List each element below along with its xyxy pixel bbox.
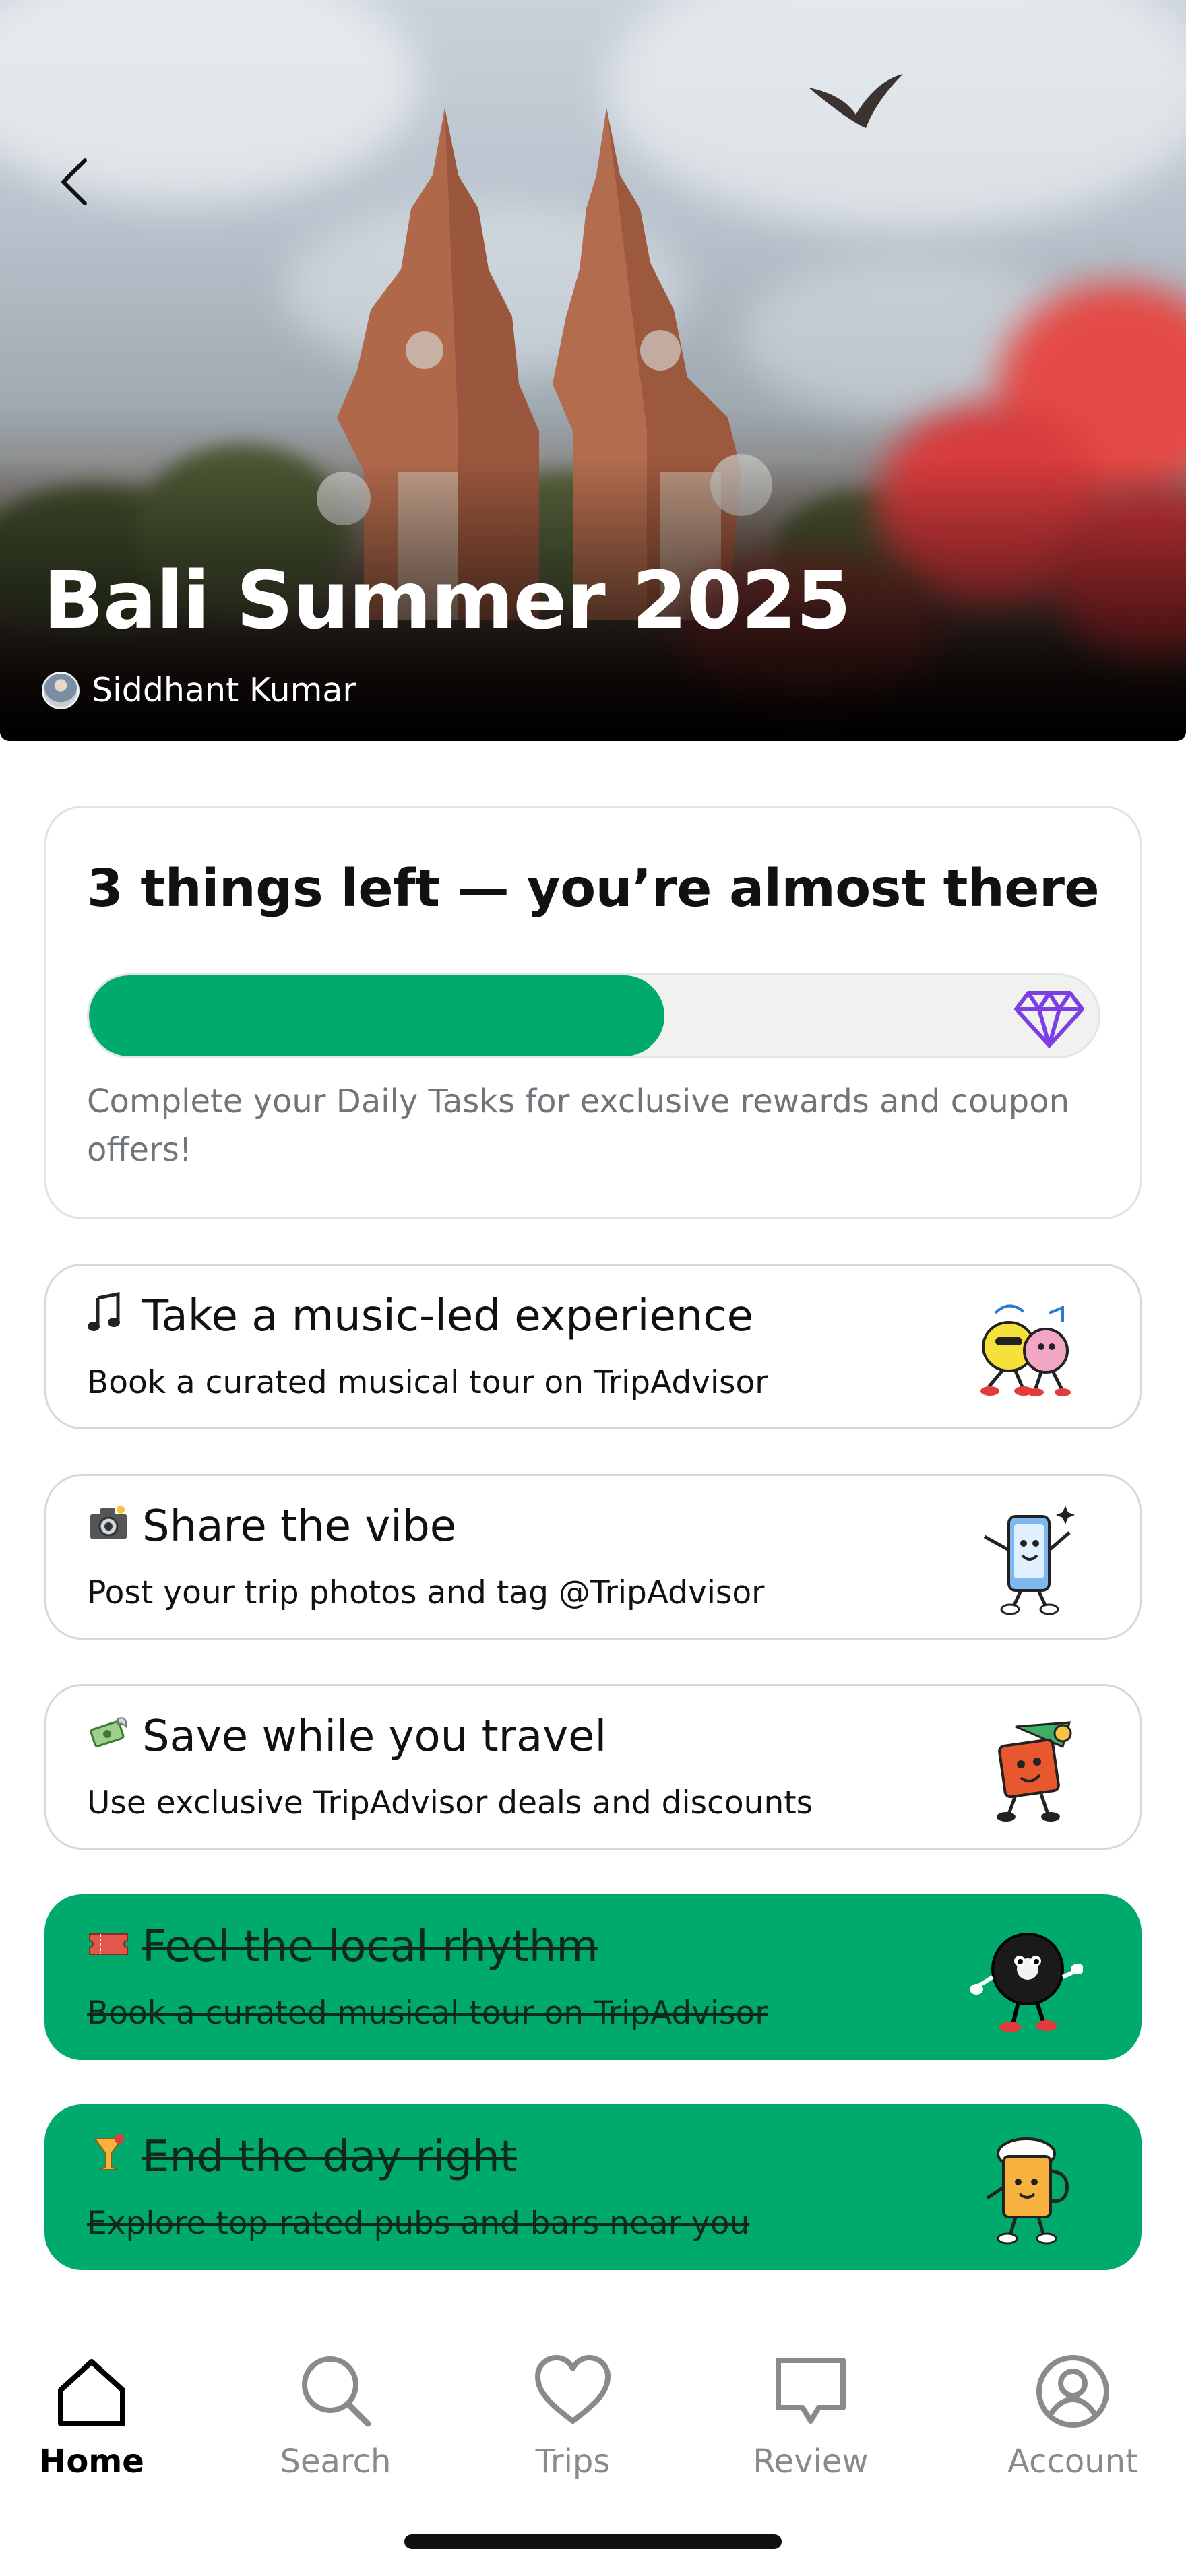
heart-icon (535, 2355, 611, 2424)
nav-item-review[interactable]: Review (723, 2351, 898, 2506)
nav-label: Account (1007, 2443, 1138, 2480)
bird (809, 74, 903, 128)
dancing-character-illustration (980, 1304, 1071, 1396)
task-subtitle: Book a curated musical tour on TripAdvis… (87, 1995, 768, 2032)
nav-item-account[interactable]: Account (985, 2351, 1160, 2506)
hero-banner: Bali Summer 2025 Siddhant Kumar (0, 0, 1186, 741)
task-title: Take a music-led experience (142, 1291, 753, 1341)
task-title: End the day right (142, 2132, 517, 2182)
search-icon (302, 2356, 371, 2427)
music-notes-icon (87, 1291, 130, 1334)
camera-icon (87, 1502, 130, 1545)
nav-label: Trips (535, 2443, 611, 2480)
home-indicator (404, 2534, 782, 2549)
author-name: Siddhant Kumar (92, 671, 356, 709)
vinyl-character-illustration (970, 1933, 1083, 2032)
trip-title: Bali Summer 2025 (43, 554, 851, 647)
task-title: Save while you travel (142, 1712, 607, 1762)
task-card-local-rhythm[interactable]: Feel the local rhythm Book a curated mus… (44, 1894, 1142, 2060)
account-icon (1036, 2355, 1109, 2428)
progress-title: 3 things left — you’re almost there (87, 859, 1100, 919)
task-subtitle: Use exclusive TripAdvisor deals and disc… (87, 1784, 813, 1822)
phone-character-illustration (983, 1506, 1075, 1615)
wallet-character-illustration (997, 1721, 1072, 1822)
task-subtitle: Post your trip photos and tag @TripAdvis… (87, 1574, 765, 1611)
progress-bar (87, 973, 1100, 1058)
nav-item-search[interactable]: Search (248, 2351, 423, 2506)
task-subtitle: Explore top-rated pubs and bars near you (87, 2205, 750, 2242)
progress-card: 3 things left — you’re almost there Comp… (44, 806, 1142, 1219)
task-card-music-experience[interactable]: Take a music-led experience Book a curat… (44, 1264, 1142, 1429)
task-card-save-travel[interactable]: Save while you travel Use exclusive Trip… (44, 1684, 1142, 1850)
nav-item-trips[interactable]: Trips (485, 2351, 660, 2506)
task-title: Share the vibe (142, 1502, 457, 1551)
avatar (42, 671, 80, 709)
ticket-icon (87, 1922, 130, 1965)
task-title: Feel the local rhythm (142, 1922, 598, 1972)
back-button[interactable] (47, 152, 101, 212)
trip-author[interactable]: Siddhant Kumar (42, 671, 356, 709)
money-wings-icon (87, 1712, 130, 1755)
nav-label: Search (280, 2443, 392, 2480)
chat-bubble-icon (776, 2358, 846, 2424)
task-card-share-vibe[interactable]: Share the vibe Post your trip photos and… (44, 1474, 1142, 1640)
progress-description: Complete your Daily Tasks for exclusive … (87, 1083, 1070, 1169)
nav-label: Home (39, 2443, 144, 2480)
home-icon (58, 2359, 125, 2426)
bottom-nav: Home Search Trips Review Account (0, 2311, 1186, 2513)
nav-label: Review (753, 2443, 869, 2480)
task-subtitle: Book a curated musical tour on TripAdvis… (87, 1364, 768, 1401)
nav-item-home[interactable]: Home (4, 2351, 179, 2506)
task-card-end-day[interactable]: End the day right Explore top-rated pubs… (44, 2104, 1142, 2270)
progress-bar-fill (89, 975, 664, 1056)
chevron-left-icon (61, 158, 87, 205)
beer-character-illustration (986, 2137, 1069, 2245)
cocktail-icon (87, 2132, 130, 2175)
diamond-icon (1014, 991, 1084, 1048)
